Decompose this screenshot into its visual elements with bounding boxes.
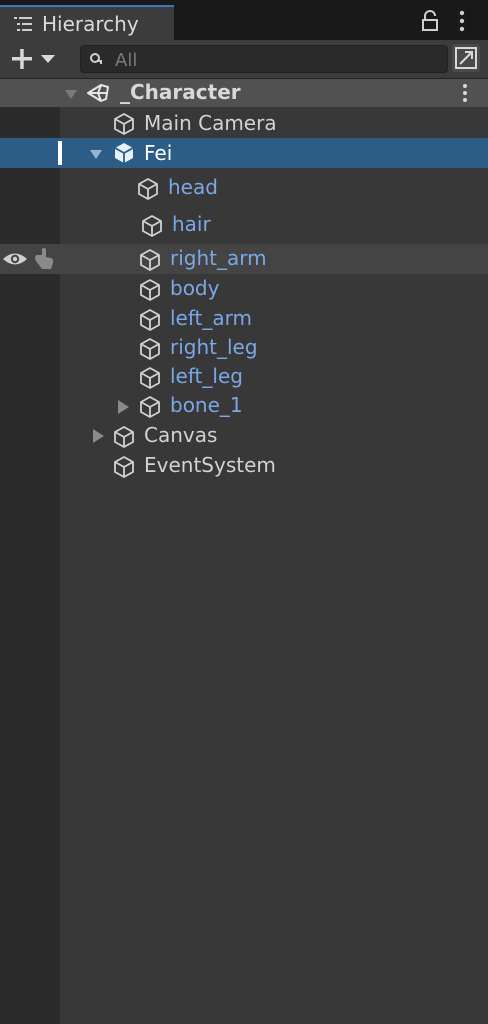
hierarchy-item-left-arm[interactable]: left_arm — [0, 304, 488, 334]
item-label: right_arm — [170, 246, 267, 270]
hierarchy-item-hair[interactable]: hair — [0, 210, 488, 240]
item-label: Canvas — [144, 423, 218, 447]
hierarchy-list-icon — [14, 17, 32, 31]
lock-icon[interactable] — [420, 10, 440, 32]
item-label: hair — [172, 212, 211, 236]
hierarchy-item-head[interactable]: head — [0, 172, 488, 202]
item-label: left_leg — [170, 364, 243, 388]
scene-search-toggle-button[interactable] — [452, 44, 480, 72]
hierarchy-item-bone-1[interactable]: bone_1 — [0, 392, 488, 422]
gameobject-cube-icon — [140, 249, 160, 271]
item-label: Fei — [144, 141, 173, 165]
gameobject-cube-icon — [114, 456, 134, 478]
hierarchy-item-body[interactable]: body — [0, 274, 488, 304]
pickable-hand-icon[interactable] — [33, 247, 55, 271]
gameobject-cube-icon — [140, 367, 160, 389]
collapse-arrow-icon[interactable] — [89, 147, 103, 161]
gameobject-cube-icon — [142, 215, 162, 237]
item-label: Main Camera — [144, 111, 277, 135]
prefab-cube-icon — [114, 143, 134, 163]
item-label: right_leg — [170, 335, 258, 359]
item-label: body — [170, 276, 220, 300]
expand-arrow-icon[interactable] — [91, 429, 105, 443]
scene-row-content: _Character — [0, 79, 488, 107]
gameobject-cube-icon — [114, 113, 134, 135]
expand-arrow-icon[interactable] — [116, 400, 130, 414]
search-input[interactable] — [113, 48, 437, 72]
search-field[interactable] — [80, 45, 448, 73]
gameobject-cube-icon — [140, 338, 160, 360]
hierarchy-item-eventsystem[interactable]: EventSystem — [0, 451, 488, 481]
hierarchy-toolbar — [0, 40, 488, 79]
item-label: EventSystem — [144, 453, 276, 477]
add-object-dropdown-button[interactable] — [8, 45, 62, 73]
more-options-icon[interactable] — [454, 10, 470, 32]
hierarchy-item-canvas[interactable]: Canvas — [0, 421, 488, 451]
hierarchy-item-fei[interactable]: Fei — [0, 138, 488, 168]
gameobject-cube-icon — [140, 309, 160, 331]
tab-title: Hierarchy — [42, 12, 139, 36]
gameobject-cube-icon — [140, 279, 160, 301]
scene-header-row[interactable]: _Character — [0, 79, 488, 107]
search-icon — [90, 53, 102, 64]
hierarchy-item-main-camera[interactable]: Main Camera — [0, 108, 488, 138]
window-tab-bar: Hierarchy — [0, 0, 488, 40]
maximize-icon — [455, 47, 477, 69]
item-label: bone_1 — [170, 393, 243, 417]
hierarchy-item-right-arm[interactable]: right_arm — [0, 244, 488, 274]
tab-hierarchy[interactable]: Hierarchy — [0, 5, 174, 40]
selection-marker — [58, 141, 62, 165]
gameobject-cube-icon — [114, 426, 134, 448]
gameobject-cube-icon — [140, 396, 160, 418]
gameobject-cube-icon — [138, 178, 158, 200]
hierarchy-item-left-leg[interactable]: left_leg — [0, 363, 488, 393]
item-label: head — [168, 175, 218, 199]
item-label: left_arm — [170, 306, 253, 330]
visibility-eye-icon[interactable] — [2, 250, 28, 268]
scene-name: _Character — [120, 80, 241, 104]
hierarchy-item-right-leg[interactable]: right_leg — [0, 334, 488, 364]
scene-more-options-icon[interactable] — [458, 83, 472, 103]
